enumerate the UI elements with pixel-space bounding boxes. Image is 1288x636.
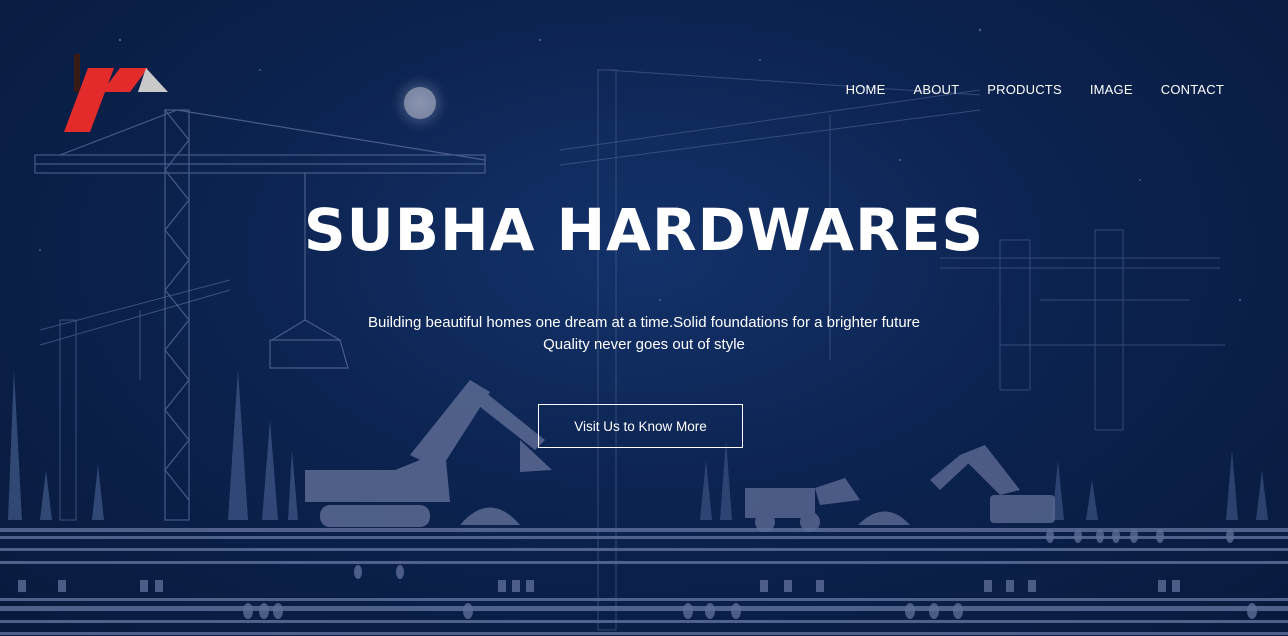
nav-item-contact[interactable]: CONTACT — [1161, 82, 1224, 97]
nav-item-about[interactable]: ABOUT — [913, 82, 959, 97]
hero-section: HOME ABOUT PRODUCTS IMAGE CONTACT SUBHA … — [0, 0, 1288, 636]
hero-tagline-line1: Building beautiful homes one dream at a … — [368, 314, 920, 331]
hero-title: SUBHA HARDWARES — [303, 196, 985, 264]
nav-item-home[interactable]: HOME — [846, 82, 886, 97]
main-nav: HOME ABOUT PRODUCTS IMAGE CONTACT — [846, 82, 1224, 97]
hero-tagline-line2: Quality never goes out of style — [543, 336, 745, 353]
excavator-silhouette — [305, 380, 552, 527]
hero-tagline: Building beautiful homes one dream at a … — [0, 312, 1288, 356]
visit-us-button[interactable]: Visit Us to Know More — [538, 404, 743, 448]
nav-item-products[interactable]: PRODUCTS — [987, 82, 1062, 97]
house-roof-logo[interactable] — [60, 52, 172, 134]
nav-item-image[interactable]: IMAGE — [1090, 82, 1133, 97]
